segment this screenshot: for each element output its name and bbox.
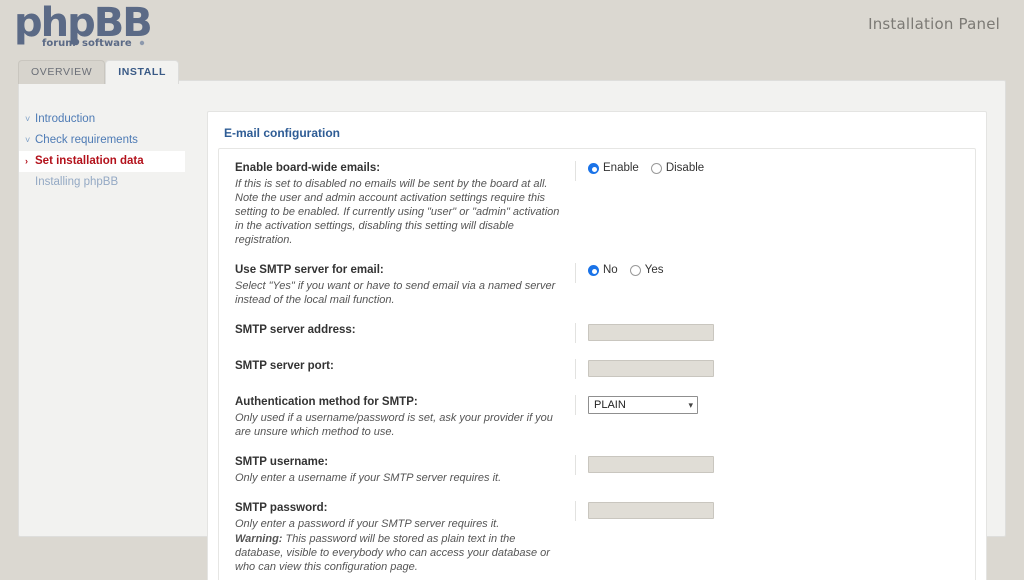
field-description: Only used if a username/password is set,…	[235, 412, 553, 438]
radio-option-disable[interactable]: Disable	[650, 162, 705, 174]
content-area: E-mail configuration Enable board-wide e…	[185, 81, 1005, 580]
radio-label: Yes	[644, 264, 664, 276]
field-description: If this is set to disabled no emails wil…	[235, 178, 560, 246]
radio-group-board-emails: Enable Disable	[588, 162, 967, 174]
sidebar-item-introduction[interactable]: ˅ Introduction	[19, 109, 185, 130]
smtp-username-input[interactable]	[588, 456, 714, 473]
field-smtp-auth-method: Authentication method for SMTP: Only use…	[219, 387, 975, 447]
smtp-server-address-input[interactable]	[588, 324, 714, 341]
field-control	[575, 359, 967, 379]
radio-icon-unselected[interactable]	[629, 264, 641, 276]
field-control	[575, 455, 967, 475]
chevron-down-icon: ▾	[688, 399, 693, 410]
field-warning-text: This password will be stored as plain te…	[235, 533, 550, 573]
field-warning-label: Warning:	[235, 533, 283, 545]
card-title: E-mail configuration	[224, 126, 341, 140]
radio-option-yes[interactable]: Yes	[629, 264, 664, 276]
field-smtp-server-port: SMTP server port:	[219, 351, 975, 387]
select-value: PLAIN	[594, 399, 626, 411]
field-label-group: Use SMTP server for email: Select "Yes" …	[227, 263, 575, 307]
radio-label: No	[603, 264, 618, 276]
tab-overview[interactable]: OVERVIEW	[18, 60, 106, 84]
field-label: Authentication method for SMTP:	[235, 396, 418, 408]
field-label-group: SMTP server address:	[227, 323, 575, 338]
field-smtp-username: SMTP username: Only enter a username if …	[219, 447, 975, 493]
field-description: Select "Yes" if you want or have to send…	[235, 280, 556, 306]
panel-title: Installation Panel	[868, 15, 1000, 33]
smtp-server-port-input[interactable]	[588, 360, 714, 377]
field-label-group: Authentication method for SMTP: Only use…	[227, 395, 575, 439]
page-header: phpBB forum software phpBB forum softwar…	[0, 0, 1024, 58]
sidebar: ˅ Introduction ˅ Check requirements › Se…	[19, 81, 185, 536]
field-smtp-server-address: SMTP server address:	[219, 315, 975, 351]
email-config-card: E-mail configuration Enable board-wide e…	[207, 111, 987, 580]
panel-body: ˅ Introduction ˅ Check requirements › Se…	[19, 81, 1005, 580]
field-control: Enable Disable	[575, 161, 967, 181]
main-panel: ˅ Introduction ˅ Check requirements › Se…	[18, 80, 1006, 580]
field-label-group: Enable board-wide emails: If this is set…	[227, 161, 575, 247]
radio-icon-unselected[interactable]	[650, 162, 662, 174]
field-label: SMTP server address:	[235, 324, 356, 336]
field-use-smtp-server: Use SMTP server for email: Select "Yes" …	[219, 255, 975, 315]
field-label-group: SMTP username: Only enter a username if …	[227, 455, 575, 485]
sidebar-item-set-installation-data[interactable]: › Set installation data	[19, 151, 185, 172]
radio-label: Disable	[665, 162, 705, 174]
field-label: SMTP password:	[235, 502, 328, 514]
radio-label: Enable	[603, 162, 639, 174]
tab-install[interactable]: INSTALL	[105, 60, 179, 84]
field-label-group: SMTP server port:	[227, 359, 575, 374]
field-control	[575, 323, 967, 343]
radio-option-enable[interactable]: Enable	[588, 162, 639, 174]
smtp-password-input[interactable]	[588, 502, 714, 519]
field-enable-board-wide-emails: Enable board-wide emails: If this is set…	[219, 153, 975, 255]
field-description: Only enter a username if your SMTP serve…	[235, 472, 502, 484]
radio-option-no[interactable]: No	[588, 264, 618, 276]
sidebar-item-label: Installing phpBB	[35, 176, 119, 188]
svg-text:software: software	[82, 38, 132, 49]
installation-page: phpBB forum software phpBB forum softwar…	[0, 0, 1024, 580]
field-warning: Warning: This password will be stored as…	[235, 532, 565, 574]
chevron-down-icon: ˅	[25, 135, 31, 145]
field-smtp-password: SMTP password: Only enter a password if …	[219, 493, 975, 580]
sidebar-item-installing-phpbb[interactable]: Installing phpBB	[19, 172, 185, 193]
sidebar-item-label: Set installation data	[35, 155, 144, 167]
smtp-auth-method-select[interactable]: PLAIN ▾	[588, 396, 698, 414]
sidebar-item-label: Check requirements	[35, 134, 138, 146]
field-description: Only enter a password if your SMTP serve…	[235, 518, 500, 530]
sidebar-item-check-requirements[interactable]: ˅ Check requirements	[19, 130, 185, 151]
field-control: PLAIN ▾	[575, 395, 967, 415]
field-label-group: SMTP password: Only enter a password if …	[227, 501, 575, 574]
chevron-right-icon: ›	[25, 156, 28, 166]
field-label: SMTP server port:	[235, 360, 334, 372]
phpbb-logo: phpBB forum software phpBB forum softwar…	[12, 0, 153, 52]
svg-text:forum: forum	[42, 38, 76, 49]
field-label: SMTP username:	[235, 456, 329, 468]
field-control	[575, 501, 967, 521]
chevron-down-icon: ˅	[25, 114, 31, 124]
radio-group-use-smtp: No Yes	[588, 264, 967, 276]
sidebar-item-label: Introduction	[35, 113, 96, 125]
form-fields: Enable board-wide emails: If this is set…	[218, 148, 976, 580]
field-control: No Yes	[575, 263, 967, 283]
radio-icon-selected[interactable]	[588, 162, 599, 174]
field-label: Enable board-wide emails:	[235, 162, 381, 174]
field-label: Use SMTP server for email:	[235, 264, 384, 276]
radio-icon-selected[interactable]	[588, 264, 599, 276]
phpbb-logo-svg: phpBB forum software	[14, 0, 153, 49]
tab-bar: OVERVIEW INSTALL	[18, 60, 179, 84]
